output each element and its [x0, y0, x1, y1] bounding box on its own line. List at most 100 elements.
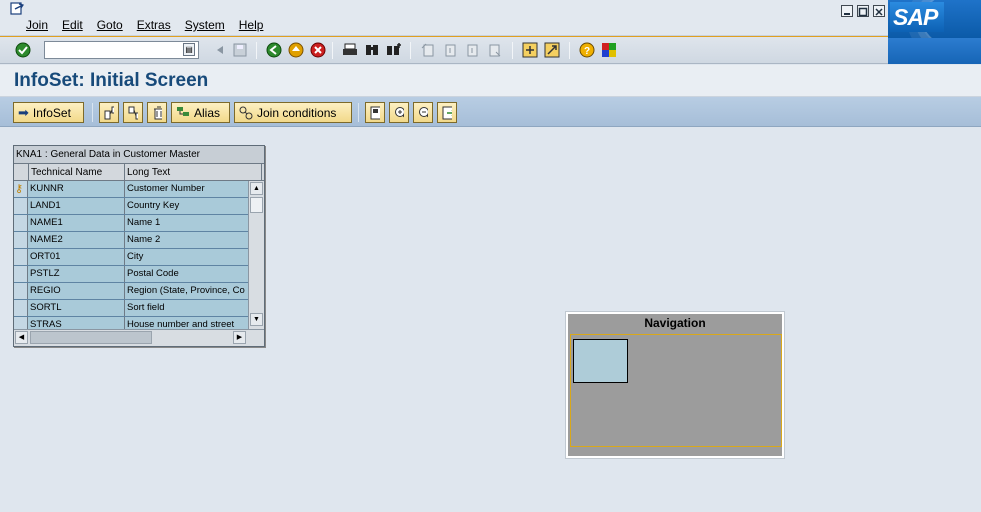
vertical-scrollbar[interactable]: ▲ ▼ [248, 181, 264, 329]
scroll-down-icon[interactable]: ▼ [250, 313, 263, 326]
minimize-button[interactable] [841, 5, 853, 17]
infoset-button[interactable]: ➡ InfoSet [13, 102, 84, 123]
menu-goto[interactable]: Goto [97, 18, 123, 32]
first-page-icon[interactable] [419, 41, 437, 59]
overview-icon [370, 106, 380, 119]
close-window-button[interactable] [873, 5, 885, 17]
long-text-cell: City [125, 249, 248, 265]
zoom-in-button[interactable] [389, 102, 409, 123]
zoom-out-button[interactable] [413, 102, 433, 123]
infoset-button-label: InfoSet [32, 105, 71, 120]
long-text-cell: Postal Code [125, 266, 248, 282]
menu-system[interactable]: System [185, 18, 225, 32]
column-header-long-text[interactable]: Long Text [125, 164, 262, 181]
row-selector[interactable] [14, 249, 28, 265]
maximize-button[interactable] [857, 5, 869, 17]
table-header: Technical Name Long Text [14, 164, 264, 181]
technical-name-cell: NAME2 [28, 232, 125, 248]
row-selector[interactable] [14, 300, 28, 316]
horizontal-scrollbar[interactable]: ◀ ▶ [14, 329, 264, 346]
menu-edit[interactable]: Edit [62, 18, 83, 32]
long-text-cell: Name 1 [125, 215, 248, 231]
insert-table-button[interactable] [99, 102, 119, 123]
back-arrow-icon[interactable] [211, 41, 229, 59]
long-text-cell: Sort field [125, 300, 248, 316]
layout-menu-button[interactable] [600, 41, 618, 59]
new-session-button[interactable] [521, 41, 539, 59]
row-selector[interactable]: ⚷ [14, 181, 28, 197]
previous-page-icon[interactable] [441, 41, 459, 59]
navigation-viewport-frame[interactable] [570, 334, 782, 447]
print-button[interactable] [341, 41, 359, 59]
table-row[interactable]: NAME2 Name 2 [14, 232, 248, 249]
navigation-canvas[interactable] [568, 332, 782, 456]
table-row[interactable]: ORT01 City [14, 249, 248, 266]
table-row[interactable]: REGIO Region (State, Province, Co [14, 283, 248, 300]
svg-text:?: ? [584, 46, 590, 57]
table-row[interactable]: SORTL Sort field [14, 300, 248, 317]
navigation-panel[interactable]: Navigation [565, 311, 785, 459]
column-header-technical-name[interactable]: Technical Name [28, 164, 125, 181]
row-selector[interactable] [14, 266, 28, 282]
delete-join-button[interactable] [123, 102, 143, 123]
toolbar-separator [358, 103, 359, 122]
title-bar: InfoSet: Initial Screen [0, 65, 981, 97]
next-page-icon[interactable] [463, 41, 481, 59]
join-conditions-icon [239, 106, 253, 119]
row-selector[interactable] [14, 215, 28, 231]
close-icon [875, 8, 883, 16]
table-row[interactable]: STRAS House number and street [14, 317, 248, 329]
alias-button[interactable]: Alias [171, 102, 230, 123]
toolbar-separator [512, 42, 513, 59]
minimize-icon [844, 13, 850, 15]
back-button[interactable] [265, 41, 283, 59]
navigation-table-thumbnail[interactable] [573, 339, 628, 383]
menu-extras[interactable]: Extras [137, 18, 171, 32]
help-icon: ? [579, 42, 595, 58]
technical-name-cell: ORT01 [28, 249, 125, 265]
last-page-icon[interactable] [485, 41, 503, 59]
toolbar-separator [410, 42, 411, 59]
cancel-button[interactable] [309, 41, 327, 59]
horizontal-scroll-thumb[interactable] [30, 331, 152, 344]
row-selector[interactable] [14, 232, 28, 248]
shortcut-button[interactable] [543, 41, 561, 59]
vertical-scroll-thumb[interactable] [250, 197, 263, 213]
scroll-left-icon[interactable]: ◀ [15, 331, 28, 344]
new-session-icon [522, 42, 538, 58]
command-field[interactable] [44, 41, 199, 59]
save-icon[interactable] [231, 41, 249, 59]
scroll-up-icon[interactable]: ▲ [250, 182, 263, 195]
join-conditions-button[interactable]: Join conditions [234, 102, 352, 123]
scroll-right-icon[interactable]: ▶ [233, 331, 246, 344]
toolbar-separator [332, 42, 333, 59]
technical-name-cell: KUNNR [28, 181, 125, 197]
find-button[interactable] [363, 41, 381, 59]
long-text-cell: House number and street [125, 317, 248, 329]
table-kna1-box[interactable]: KNA1 : General Data in Customer Master T… [13, 145, 265, 347]
exit-button[interactable] [287, 41, 305, 59]
toolbar-separator [569, 42, 570, 59]
table-row[interactable]: LAND1 Country Key [14, 198, 248, 215]
enter-button[interactable] [14, 41, 32, 59]
table-row[interactable]: PSTLZ Postal Code [14, 266, 248, 283]
delete-button[interactable] [147, 102, 167, 123]
menu-help[interactable]: Help [239, 18, 264, 32]
menu-join[interactable]: Join [26, 18, 48, 32]
technical-name-cell: NAME1 [28, 215, 125, 231]
row-selector[interactable] [14, 317, 28, 329]
table-row[interactable]: ⚷ KUNNR Customer Number [14, 181, 248, 198]
table-title: KNA1 : General Data in Customer Master [14, 146, 264, 164]
overview-button[interactable] [365, 102, 385, 123]
table-row[interactable]: NAME1 Name 1 [14, 215, 248, 232]
checkmark-icon [15, 42, 31, 58]
export-button[interactable] [437, 102, 457, 123]
command-dropdown-icon[interactable]: ▤ [183, 43, 195, 56]
shortcut-icon [544, 42, 560, 58]
row-selector[interactable] [14, 283, 28, 299]
print-icon [343, 43, 357, 55]
find-next-button[interactable] [385, 41, 403, 59]
help-button[interactable]: ? [578, 41, 596, 59]
row-selector[interactable] [14, 198, 28, 214]
system-menu-icon[interactable] [10, 2, 24, 16]
